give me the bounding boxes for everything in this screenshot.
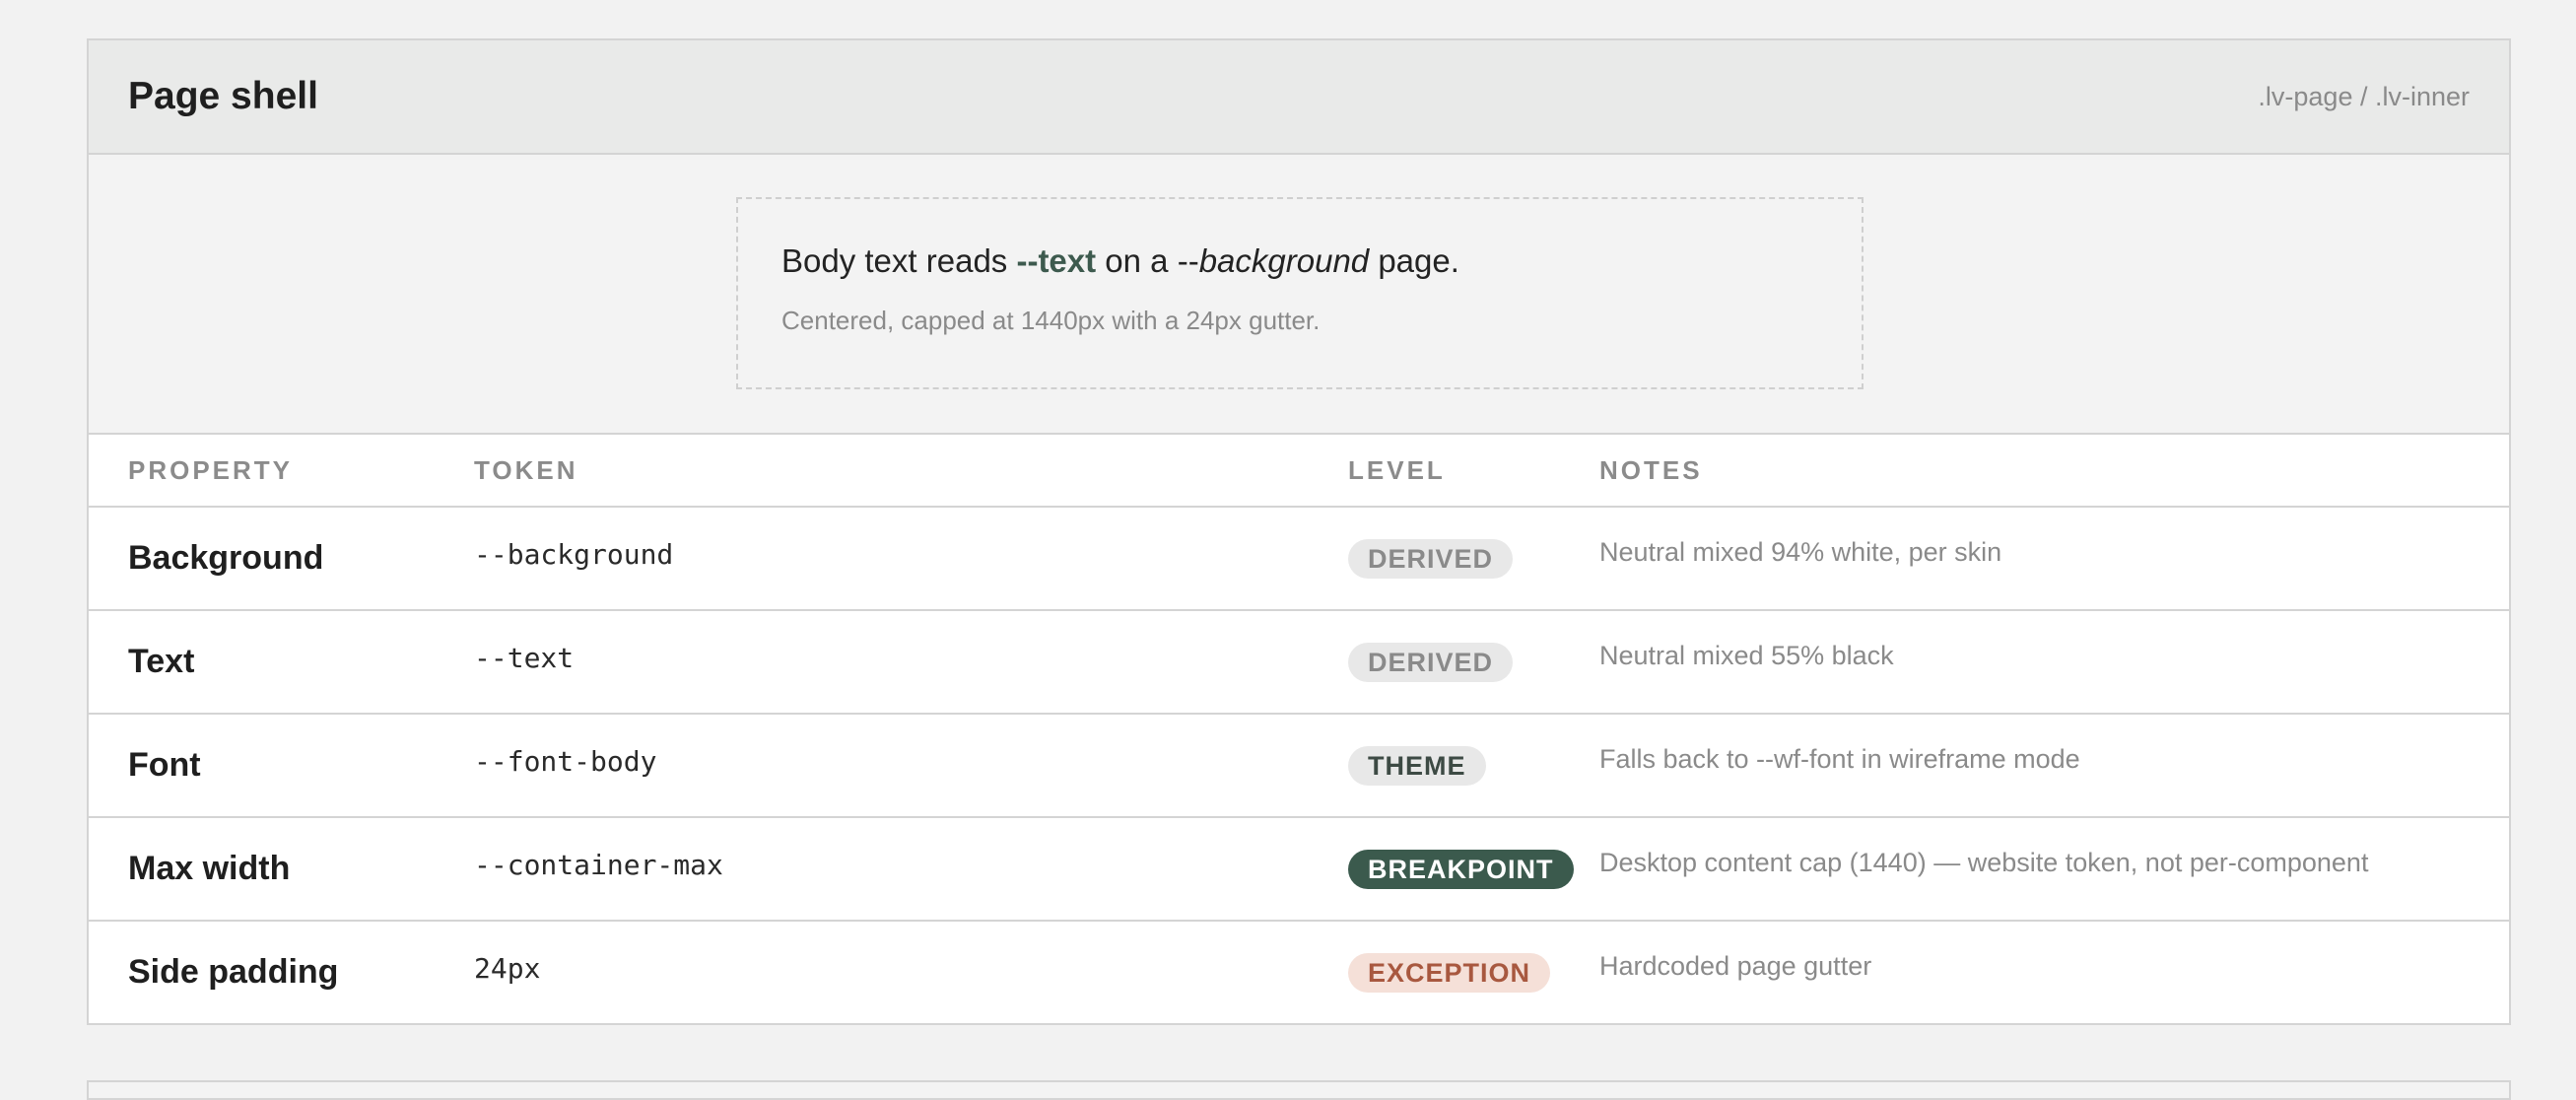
section-classes: .lv-page / .lv-inner bbox=[2258, 81, 2470, 111]
note-text: Falls back to --wf-font in wireframe mod… bbox=[1599, 744, 2080, 774]
token-name: --font-body bbox=[474, 745, 657, 778]
preview-caption: Centered, capped at 1440px with a 24px g… bbox=[781, 306, 1321, 335]
note-text: Desktop content cap (1440) — website tok… bbox=[1599, 848, 2369, 877]
note-text: Neutral mixed 55% black bbox=[1599, 641, 1894, 670]
property-name: Text bbox=[128, 643, 195, 680]
property-name: Font bbox=[128, 746, 201, 784]
level-badge: DERIVED bbox=[1348, 642, 1514, 682]
table-row: Font --font-body THEME Falls back to --w… bbox=[89, 714, 2509, 818]
preview-line: Body text reads --text on a --background… bbox=[781, 242, 1818, 280]
table-row: Max width --container-max BREAKPOINT Des… bbox=[89, 817, 2509, 922]
page-shell-card: Page shell .lv-page / .lv-inner Body tex… bbox=[87, 38, 2511, 1025]
header-property: PROPERTY bbox=[89, 435, 474, 508]
property-name: Background bbox=[128, 539, 324, 577]
preview-token-background: background bbox=[1198, 242, 1370, 279]
preview-line-prefix: Body text reads bbox=[781, 242, 1017, 279]
token-name: --background bbox=[474, 538, 674, 571]
property-name: Side padding bbox=[128, 953, 339, 991]
section-title: Page shell bbox=[128, 75, 318, 117]
table-row: Side padding 24px EXCEPTION Hardcoded pa… bbox=[89, 921, 2509, 1023]
preview-line-middle: on a -- bbox=[1096, 242, 1199, 279]
preview-token-text: --text bbox=[1016, 242, 1097, 279]
property-name: Max width bbox=[128, 850, 291, 887]
level-badge: THEME bbox=[1348, 745, 1486, 786]
header-level: LEVEL bbox=[1348, 435, 1599, 508]
header-token: TOKEN bbox=[474, 435, 1348, 508]
preview-line-suffix: page. bbox=[1369, 242, 1459, 279]
table-row: Text --text DERIVED Neutral mixed 55% bl… bbox=[89, 610, 2509, 715]
level-badge: DERIVED bbox=[1348, 538, 1514, 579]
token-table: PROPERTY TOKEN LEVEL NOTES Background --… bbox=[89, 435, 2509, 1023]
note-text: Neutral mixed 94% white, per skin bbox=[1599, 537, 2002, 567]
header-notes: NOTES bbox=[1599, 435, 2509, 508]
level-badge: BREAKPOINT bbox=[1348, 849, 1574, 889]
card-header: Page shell .lv-page / .lv-inner bbox=[89, 40, 2509, 155]
token-name: --text bbox=[474, 642, 575, 674]
token-name: --container-max bbox=[474, 849, 723, 881]
preview-box: Body text reads --text on a --background… bbox=[736, 197, 1864, 389]
token-name: 24px bbox=[474, 952, 541, 985]
preview-area: Body text reads --text on a --background… bbox=[89, 155, 2509, 435]
note-text: Hardcoded page gutter bbox=[1599, 951, 1872, 981]
level-badge: EXCEPTION bbox=[1348, 952, 1551, 993]
next-section-card bbox=[87, 1080, 2511, 1100]
table-row: Background --background DERIVED Neutral … bbox=[89, 507, 2509, 611]
table-header-row: PROPERTY TOKEN LEVEL NOTES bbox=[89, 435, 2509, 508]
